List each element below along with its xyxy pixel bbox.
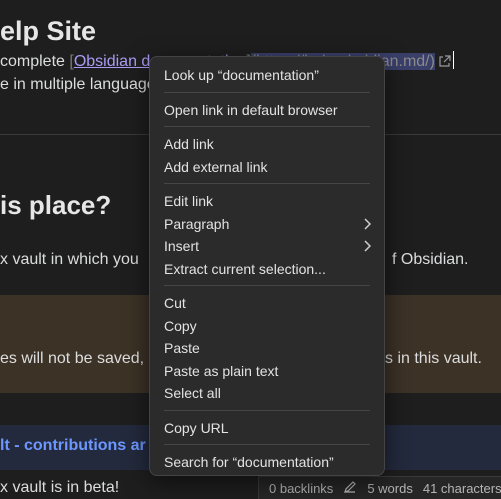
chevron-right-icon [363,235,372,258]
menu-item-paste-as-plain-text[interactable]: Paste as plain text [150,360,384,383]
menu-item-edit-link[interactable]: Edit link [150,190,384,213]
menu-item-look-up-documentation[interactable]: Look up “documentation” [150,64,384,87]
menu-item-label: Copy URL [164,419,229,436]
menu-item-add-link[interactable]: Add link [150,133,384,156]
info-callout-title: lt - contributions ar [0,437,146,454]
menu-item-add-external-link[interactable]: Add external link [150,156,384,179]
menu-item-label: Add external link [164,158,268,175]
intro-prefix: complete [0,53,70,70]
menu-item-label: Open link in default browser [164,101,338,118]
menu-item-open-link-in-default-browser[interactable]: Open link in default browser [150,99,384,122]
menu-item-copy[interactable]: Copy [150,315,384,338]
menu-separator [164,285,370,286]
menu-item-label: Paragraph [164,215,230,232]
text-cursor [452,51,454,69]
menu-item-paragraph[interactable]: Paragraph [150,213,384,236]
menu-item-label: Add link [164,136,214,152]
menu-item-label: Cut [164,295,186,311]
menu-item-label: Edit link [164,193,214,209]
intro-line-2: e in multiple languages [0,76,164,93]
menu-item-search-for-documentation[interactable]: Search for “documentation” [150,451,384,474]
word-count: 5 words [367,480,413,496]
beta-line: x vault is in beta! [0,479,120,496]
paragraph-left: x vault in which you [0,251,139,268]
chevron-right-icon [363,213,372,236]
menu-item-insert[interactable]: Insert [150,235,384,258]
menu-item-label: Paste [164,340,200,356]
page-title: elp Site [0,16,97,46]
section-heading: is place? [0,190,112,220]
paragraph-right: f Obsidian. [392,251,469,268]
backlinks-count[interactable]: 0 backlinks [269,481,333,496]
menu-item-label: Look up “documentation” [164,67,319,83]
menu-item-label: Paste as plain text [164,362,279,379]
menu-separator [164,126,370,127]
menu-item-label: Select all [164,385,221,401]
menu-item-label: Search for “documentation” [164,454,334,470]
status-bar: 0 backlinks 5 words 41 characters [258,476,501,499]
menu-item-copy-url[interactable]: Copy URL [150,417,384,440]
menu-item-select-all[interactable]: Select all [150,382,384,405]
callout-text-left: es will not be saved, [0,350,145,367]
menu-separator [164,183,370,184]
menu-item-extract-current-selection[interactable]: Extract current selection... [150,258,384,281]
menu-item-label: Copy [164,317,197,334]
menu-item-label: Insert [164,238,200,254]
context-menu: Look up “documentation” Open link in defa… [149,56,385,476]
callout-text-right: s in this vault. [385,350,482,367]
menu-separator [164,91,370,93]
menu-separator [164,444,370,445]
pencil-icon[interactable] [343,480,357,497]
menu-item-cut[interactable]: Cut [150,292,384,315]
character-count: 41 characters [422,480,501,496]
menu-separator [164,409,370,411]
menu-item-paste[interactable]: Paste [150,337,384,360]
external-link-icon[interactable] [438,55,451,73]
menu-item-label: Extract current selection... [164,260,326,277]
